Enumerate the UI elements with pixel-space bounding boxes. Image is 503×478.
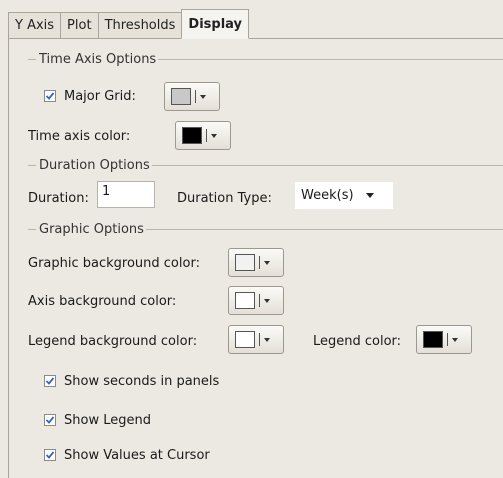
check-icon — [45, 377, 55, 385]
legend-bg-color-button[interactable] — [228, 325, 284, 354]
dropdown-arrow-icon — [264, 298, 270, 303]
major-grid-checkbox[interactable]: Major Grid: — [44, 86, 136, 106]
time-axis-color-button[interactable] — [175, 121, 231, 150]
dropdown-arrow-icon — [452, 337, 458, 342]
duration-input[interactable]: 1 — [97, 181, 155, 208]
color-swatch — [423, 331, 443, 348]
duration-label: Duration: — [28, 190, 89, 206]
graphic-group-title: Graphic Options — [28, 222, 503, 237]
checkbox-box[interactable] — [44, 375, 56, 387]
check-icon — [45, 416, 55, 424]
tab-thresholds[interactable]: Thresholds — [97, 12, 183, 38]
dropdown-arrow-icon — [200, 94, 206, 99]
major-grid-color-button[interactable] — [164, 82, 220, 111]
duration-type-label: Duration Type: — [177, 190, 272, 206]
graphic-bg-color-button[interactable] — [228, 248, 284, 277]
tab-bar: Y Axis Plot Thresholds Display — [8, 8, 503, 39]
dropdown-arrow-icon — [264, 260, 270, 265]
time-axis-color-label: Time axis color: — [28, 128, 131, 144]
legend-color-label: Legend color: — [313, 333, 402, 349]
dropdown-arrow-icon — [211, 133, 217, 138]
color-swatch — [235, 292, 255, 309]
check-icon — [45, 451, 55, 459]
color-swatch — [235, 254, 255, 271]
checkbox-box[interactable] — [44, 449, 56, 461]
duration-type-select[interactable]: Week(s) — [295, 182, 393, 209]
axis-bg-color-label: Axis background color: — [28, 293, 177, 309]
show-legend-checkbox[interactable]: Show Legend — [44, 410, 151, 430]
checkbox-box[interactable] — [44, 90, 56, 102]
dropdown-arrow-icon — [264, 337, 270, 342]
axis-bg-color-button[interactable] — [228, 286, 284, 315]
legend-bg-color-label: Legend background color: — [28, 333, 198, 349]
check-icon — [45, 92, 55, 100]
show-values-checkbox[interactable]: Show Values at Cursor — [44, 445, 210, 465]
tab-display[interactable]: Display — [181, 9, 249, 39]
checkbox-box[interactable] — [44, 414, 56, 426]
time-axis-group-title: Time Axis Options — [28, 52, 503, 67]
tab-plot[interactable]: Plot — [60, 12, 99, 38]
color-swatch — [235, 331, 255, 348]
color-swatch — [171, 88, 191, 105]
legend-color-button[interactable] — [416, 325, 472, 354]
graphic-bg-color-label: Graphic background color: — [28, 255, 200, 271]
duration-group-title: Duration Options — [28, 158, 503, 173]
color-swatch — [182, 127, 202, 144]
show-seconds-checkbox[interactable]: Show seconds in panels — [44, 371, 219, 391]
tab-y-axis[interactable]: Y Axis — [8, 12, 62, 38]
dropdown-arrow-icon — [365, 193, 374, 198]
